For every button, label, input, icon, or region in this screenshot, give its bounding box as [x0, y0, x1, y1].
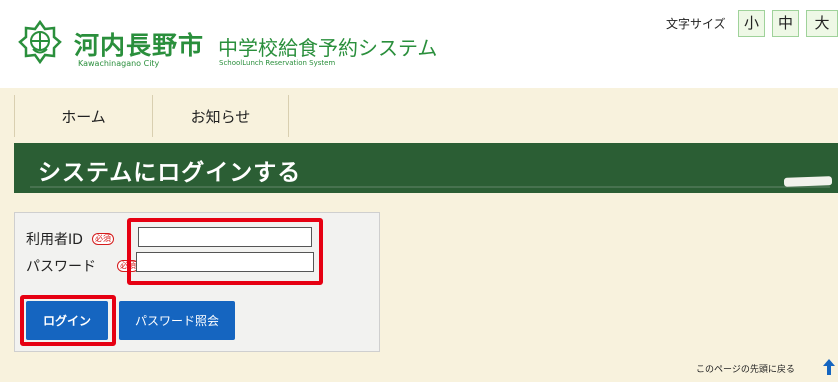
main-nav: ホーム お知らせ	[14, 95, 289, 137]
chalk-line-decoration	[30, 186, 830, 188]
login-button-highlight-frame	[20, 295, 116, 346]
back-to-top-link[interactable]: このページの先頭に戻る	[696, 362, 795, 375]
nav-item-home[interactable]: ホーム	[14, 95, 152, 137]
font-size-label: 文字サイズ	[666, 17, 726, 31]
city-emblem-icon	[18, 20, 62, 64]
password-inquiry-button[interactable]: パスワード照会	[119, 301, 235, 340]
system-name: 中学校給食予約システム	[218, 36, 438, 60]
font-size-large-button[interactable]: 大	[806, 10, 838, 37]
page-title-bar: システムにログインする	[14, 143, 838, 193]
font-size-medium-button[interactable]: 中	[772, 10, 799, 37]
user-id-label: 利用者ID	[26, 232, 83, 248]
site-header: 河内長野市 Kawachinagano City 中学校給食予約システム Sch…	[0, 0, 838, 88]
nav-item-news[interactable]: お知らせ	[152, 95, 289, 137]
font-size-small-button[interactable]: 小	[738, 10, 765, 37]
city-name: 河内長野市	[74, 31, 205, 60]
inputs-highlight-frame	[127, 218, 323, 285]
required-badge: 必須	[92, 233, 114, 245]
password-label: パスワード	[26, 259, 96, 275]
arrow-up-icon[interactable]	[822, 358, 836, 376]
chalk-decoration	[783, 176, 833, 187]
system-name-roman: SchoolLunch Reservation System	[219, 59, 336, 67]
page-title: システムにログインする	[38, 160, 302, 186]
city-name-roman: Kawachinagano City	[78, 59, 160, 68]
